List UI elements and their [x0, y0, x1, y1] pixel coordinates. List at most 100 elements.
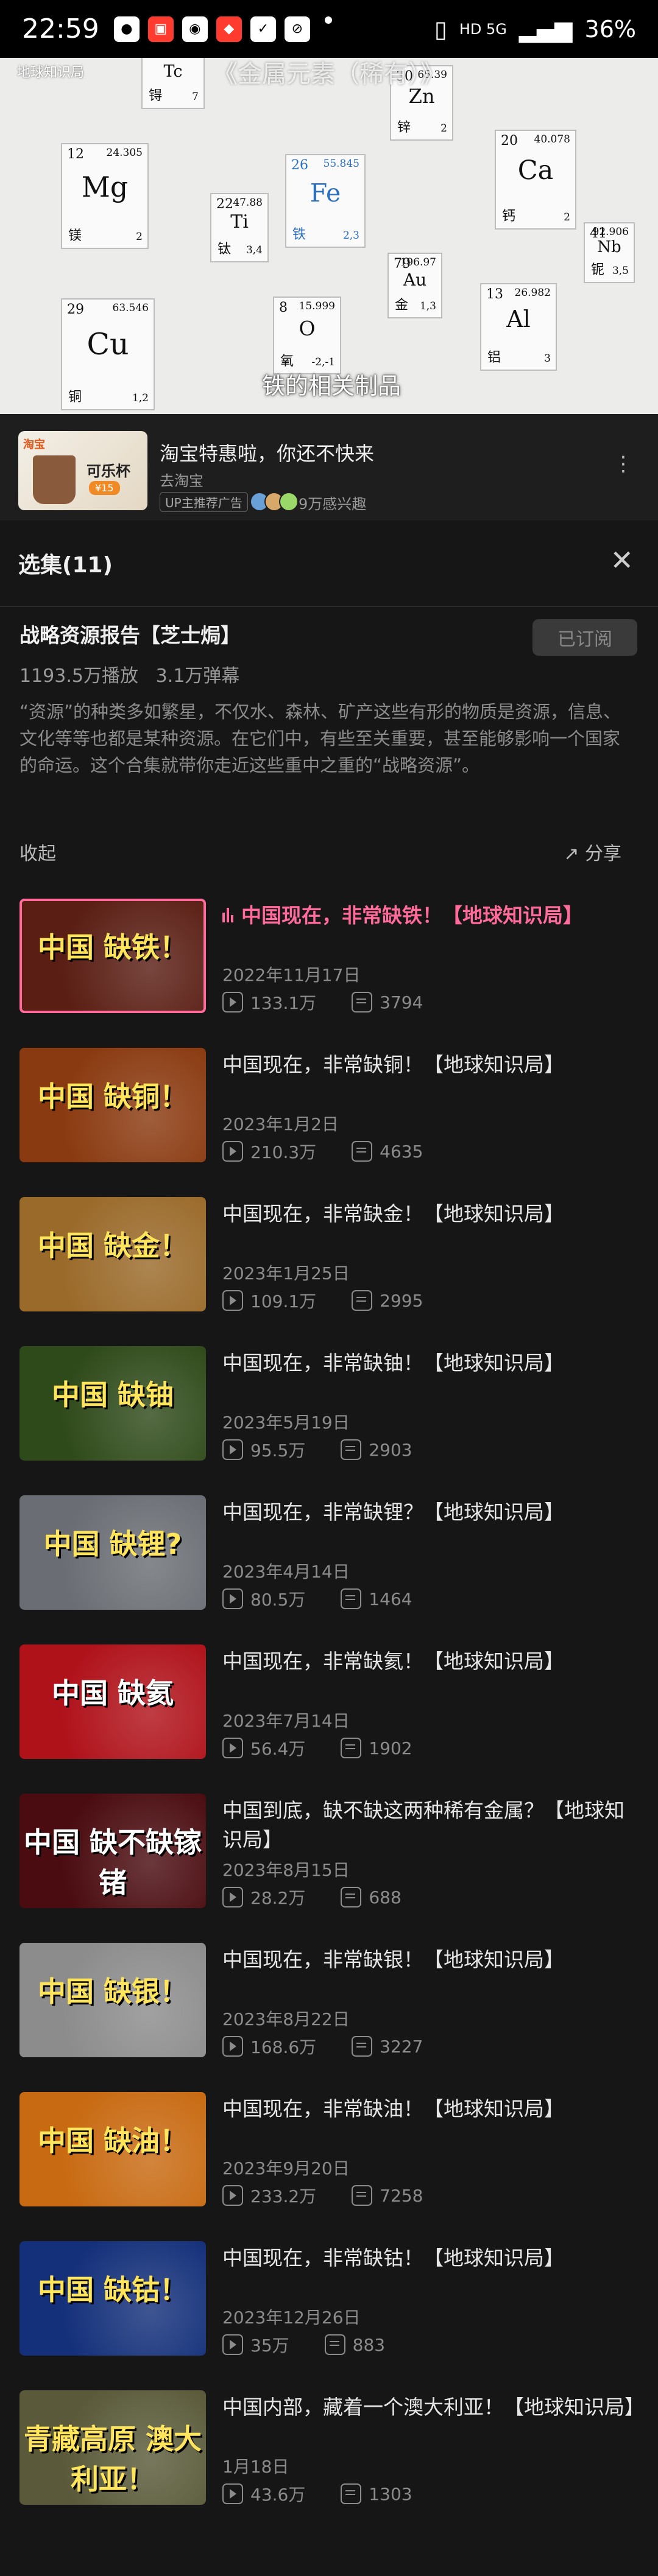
oxidation-states: 7 — [192, 91, 199, 103]
status-bar: 22:59 ● ▣ ◉ ◆ ✓ ⊘ ▯ HD 5G ▂▄▆ 36% — [0, 0, 658, 58]
episode-thumbnail[interactable]: 中国 缺油！ — [19, 2092, 206, 2206]
episode-thumbnail[interactable]: 中国 缺铁！ — [19, 899, 206, 1013]
episode-thumbnail[interactable]: 中国 缺钴！ — [19, 2241, 206, 2356]
danmaku-count-icon — [352, 1290, 373, 1311]
thumbnail-text: 中国 缺银！ — [37, 1975, 188, 2008]
episode-title[interactable]: 中国现在，非常缺钴！【地球知识局】 — [222, 2244, 637, 2273]
play-count-icon — [222, 1290, 243, 1311]
episode-item[interactable]: 中国 缺铜！ 中国现在，非常缺铜！【地球知识局】 2023年1月2日 210.3万 46… — [0, 1037, 658, 1186]
episode-date: 2022年11月17日 — [222, 965, 361, 985]
episode-title-text: 中国现在，非常缺钴！【地球知识局】 — [222, 2246, 564, 2270]
episode-thumbnail[interactable]: 中国 缺铀 — [19, 1346, 206, 1461]
episode-plays: 133.1万 — [250, 993, 317, 1013]
episode-title[interactable]: 中国现在，非常缺铜！【地球知识局】 — [222, 1050, 637, 1079]
element-symbol: Cu — [87, 327, 129, 362]
episode-title[interactable]: 中国现在，非常缺金！【地球知识局】 — [222, 1199, 637, 1229]
element-symbol: Ti — [230, 211, 249, 233]
element-symbol: Ca — [517, 155, 554, 186]
element-tile: Tc 锝 7 — [141, 58, 205, 109]
oxidation-states: 3,4 — [246, 244, 263, 256]
subscribe-button[interactable]: 已订阅 — [532, 619, 637, 656]
episode-plays: 35万 — [250, 2336, 289, 2356]
video-player[interactable]: 13 26.982 Al 铝 3 8 15.999 O 氧 -2,-1 29 63.546 Cu 铜 1,2… — [0, 58, 658, 414]
episode-thumbnail[interactable]: 中国 缺氦 — [19, 1644, 206, 1759]
atomic-number: 26 — [291, 158, 308, 173]
check-box-icon: ✓ — [250, 16, 276, 42]
episode-title-text: 中国现在，非常缺铜！【地球知识局】 — [222, 1053, 564, 1076]
episode-item[interactable]: 中国 缺不缺镓锗 中国到底，缺不缺这两种稀有金属？【地球知识局】 2023年8月15… — [0, 1783, 658, 1932]
episode-date: 2023年7月14日 — [222, 1711, 350, 1731]
oxidation-states: 2 — [564, 211, 570, 223]
episode-item[interactable]: 中国 缺铁！ 中国现在，非常缺铁！【地球知识局】 2022年11月17日 133.1万… — [0, 888, 658, 1037]
episode-danmaku: 2995 — [380, 1290, 423, 1311]
ad-interest: 9万感兴趣 — [299, 496, 367, 513]
element-tile: 8 15.999 O 氧 -2,-1 — [273, 297, 341, 374]
episode-danmaku: 4635 — [380, 1141, 423, 1162]
episode-metrics: 80.5万 1464 — [222, 1587, 412, 1611]
element-name: 铜 — [68, 390, 82, 405]
element-name: 镁 — [68, 228, 82, 244]
episode-thumbnail[interactable]: 青藏高原 澳大利亚！ — [19, 2390, 206, 2505]
share-label: 分享 — [585, 843, 621, 865]
episode-title[interactable]: 中国现在，非常缺油！【地球知识局】 — [222, 2094, 637, 2124]
app-badge-icon: ▣ — [147, 16, 174, 42]
thumbnail-text: 中国 缺锂? — [43, 1528, 182, 1560]
ad-source[interactable]: 去淘宝 — [160, 469, 203, 490]
close-icon[interactable]: ✕ — [610, 544, 634, 577]
play-count-icon — [222, 992, 243, 1013]
notification-icons: ● ▣ ◉ ◆ ✓ ⊘ — [113, 16, 332, 42]
share-button[interactable]: ↗ 分享 — [564, 838, 621, 865]
episode-title[interactable]: 中国现在，非常缺氦！【地球知识局】 — [222, 1647, 637, 1676]
series-plays: 1193.5万播放 — [19, 665, 138, 687]
episode-item[interactable]: 中国 缺氦 中国现在，非常缺氦！【地球知识局】 2023年7月14日 56.4万 190… — [0, 1634, 658, 1783]
episode-title[interactable]: 中国现在，非常缺铁！【地球知识局】 — [222, 901, 637, 930]
more-options-icon[interactable]: ⋮ — [613, 452, 634, 476]
episode-item[interactable]: 中国 缺油！ 中国现在，非常缺油！【地球知识局】 2023年9月20日 233.2万 7… — [0, 2081, 658, 2230]
episode-panel-header: 选集(11) ✕ — [0, 521, 658, 607]
episode-item[interactable]: 中国 缺金！ 中国现在，非常缺金！【地球知识局】 2023年1月25日 109.1万 2… — [0, 1186, 658, 1335]
danmaku-count-icon — [341, 2483, 362, 2504]
episode-date: 2023年8月15日 — [222, 1860, 350, 1880]
ad-banner[interactable]: 淘宝 可乐杯 ¥15 淘宝特惠啦，你还不快来 去淘宝 UP主推荐广告 9万感兴趣… — [0, 414, 658, 521]
episode-title[interactable]: 中国现在，非常缺铀！【地球知识局】 — [222, 1349, 637, 1378]
episode-danmaku: 1902 — [369, 1738, 412, 1758]
episode-thumbnail[interactable]: 中国 缺不缺镓锗 — [19, 1794, 206, 1908]
collapse-button[interactable]: 收起 — [19, 838, 56, 865]
oxidation-states: 3,5 — [612, 265, 629, 277]
episode-thumbnail[interactable]: 中国 缺铜！ — [19, 1048, 206, 1162]
atomic-mass: 63.546 — [112, 302, 149, 314]
episode-title[interactable]: 中国内部，藏着一个澳大利亚！【地球知识局】 — [222, 2393, 645, 2422]
episode-plays: 43.6万 — [250, 2485, 306, 2505]
episode-title-text: 中国现在，非常缺金！【地球知识局】 — [222, 1202, 564, 1226]
episode-title-text: 中国内部，藏着一个澳大利亚！【地球知识局】 — [222, 2395, 645, 2419]
episode-plays: 233.2万 — [250, 2186, 317, 2206]
ad-title[interactable]: 淘宝特惠啦，你还不快来 — [160, 438, 374, 466]
episode-date: 1月18日 — [222, 2457, 289, 2477]
episode-danmaku: 1303 — [369, 2483, 412, 2504]
episode-date: 2023年1月2日 — [222, 1114, 339, 1134]
episode-item[interactable]: 中国 缺银！ 中国现在，非常缺银！【地球知识局】 2023年8月22日 168.6万 3… — [0, 1932, 658, 2081]
oxidation-states: -2,-1 — [311, 356, 335, 368]
episode-item[interactable]: 青藏高原 澳大利亚！ 中国内部，藏着一个澳大利亚！【地球知识局】 1月18日 43.6… — [0, 2379, 658, 2529]
element-name: 锌 — [397, 120, 411, 135]
episode-thumbnail[interactable]: 中国 缺银！ — [19, 1943, 206, 2057]
atomic-number: 8 — [279, 300, 288, 315]
episode-title-text: 中国现在，非常缺铀！【地球知识局】 — [222, 1351, 564, 1375]
series-stats: 1193.5万播放 3.1万弹幕 — [19, 661, 239, 687]
atomic-number: 22 — [216, 197, 233, 212]
episode-danmaku: 1464 — [369, 1588, 412, 1609]
episode-title[interactable]: 中国到底，缺不缺这两种稀有金属？【地球知识局】 — [222, 1796, 637, 1855]
episode-thumbnail[interactable]: 中国 缺金！ — [19, 1197, 206, 1311]
episode-title[interactable]: 中国现在，非常缺银！【地球知识局】 — [222, 1945, 637, 1974]
oxidation-states: 2,3 — [342, 230, 359, 242]
thumbnail-text: 中国 缺铜！ — [37, 1080, 188, 1113]
ad-thumbnail[interactable]: 淘宝 可乐杯 ¥15 — [18, 431, 147, 510]
episode-plays: 168.6万 — [250, 2037, 317, 2057]
episode-item[interactable]: 中国 缺钴！ 中国现在，非常缺钴！【地球知识局】 2023年12月26日 35万 883 — [0, 2230, 658, 2379]
episode-item[interactable]: 中国 缺锂? 中国现在，非常缺锂？【地球知识局】 2023年4月14日 80.5万 14… — [0, 1484, 658, 1634]
episode-title[interactable]: 中国现在，非常缺锂？【地球知识局】 — [222, 1498, 637, 1527]
thumbnail-text: 中国 缺油！ — [37, 2124, 188, 2157]
episode-thumbnail[interactable]: 中国 缺锂? — [19, 1495, 206, 1610]
cup-image — [33, 455, 76, 504]
episode-item[interactable]: 中国 缺铀 中国现在，非常缺铀！【地球知识局】 2023年5月19日 95.5万 290… — [0, 1335, 658, 1484]
